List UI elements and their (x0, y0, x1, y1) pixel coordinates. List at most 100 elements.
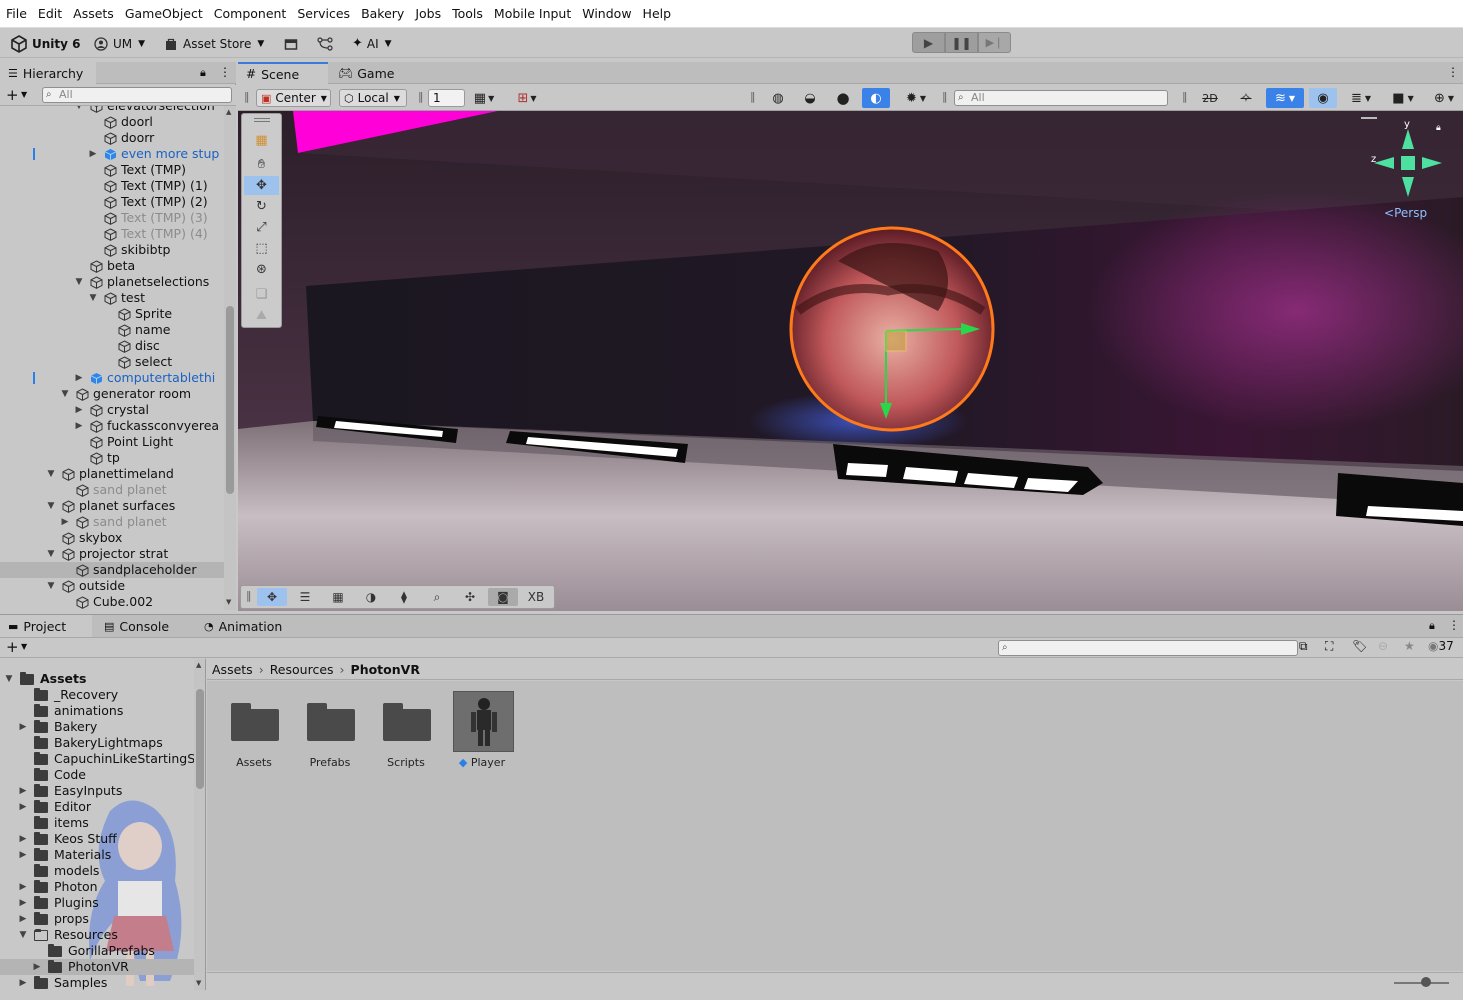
expand-arrow-down-icon[interactable]: ▼ (4, 671, 14, 687)
chevron-down-icon[interactable]: ▼ (21, 642, 27, 651)
scroll-up-icon[interactable]: ▲ (196, 661, 201, 669)
hierarchy-scrollbar[interactable]: ▲ ▼ (224, 106, 236, 610)
project-folder-item[interactable]: BakeryLightmaps (0, 735, 194, 751)
menu-item-edit[interactable]: Edit (38, 6, 62, 21)
overlay-camera-button[interactable]: ◙ (488, 588, 518, 606)
version-control-button[interactable] (313, 33, 337, 54)
hierarchy-item[interactable]: ▶ sand planet (0, 514, 224, 530)
hierarchy-item[interactable]: beta (0, 258, 224, 274)
lock-icon[interactable]: 🔒︎ (1436, 123, 1441, 133)
hierarchy-item[interactable]: ▼ planettimeland (0, 466, 224, 482)
project-folder-item[interactable]: ▶ Plugins (0, 895, 194, 911)
overlay-drag-handle[interactable] (254, 118, 270, 122)
gizmos-dropdown[interactable]: ⊕ ▼ (1426, 88, 1462, 108)
expand-arrow-down-icon[interactable]: ▼ (60, 386, 70, 402)
project-folder-item[interactable]: ▶ EasyInputs (0, 783, 194, 799)
project-tree-scroll-thumb[interactable] (196, 689, 204, 789)
expand-arrow-down-icon[interactable]: ▼ (74, 274, 84, 290)
icon-size-slider-thumb[interactable] (1421, 977, 1431, 987)
effects-dropdown[interactable]: ≋ ▼ (1266, 88, 1304, 108)
overlay-pivot-button[interactable]: ✣ (455, 588, 485, 606)
expand-arrow-right-icon[interactable]: ▶ (18, 847, 28, 863)
pivot-mode-dropdown[interactable]: ▣ Center ▼ (256, 89, 331, 107)
drag-handle-icon[interactable]: ‖ (418, 90, 424, 103)
asset-prefab-player[interactable]: ◆ Player (447, 691, 517, 781)
hierarchy-item[interactable]: ▼ planet surfaces (0, 498, 224, 514)
hand-tool-button[interactable]: ✋︎ (244, 155, 279, 174)
hierarchy-item[interactable]: ▼ planetselections (0, 274, 224, 290)
shaded-button[interactable]: ◐ (862, 88, 890, 108)
project-folder-item[interactable]: items (0, 815, 194, 831)
hierarchy-item[interactable]: Point Light (0, 434, 224, 450)
menu-item-help[interactable]: Help (643, 6, 672, 21)
tab-hierarchy[interactable]: ☰ Hierarchy (0, 62, 96, 84)
favorites-star-icon[interactable]: ★ (1404, 639, 1415, 653)
add-icon[interactable]: + (6, 638, 19, 656)
tab-scene[interactable]: # Scene (238, 62, 328, 84)
hierarchy-item[interactable]: skibibtp (0, 242, 224, 258)
drag-handle-icon[interactable]: ‖ (750, 90, 756, 103)
scene-camera-dropdown[interactable]: ■ ▼ (1384, 88, 1422, 108)
hierarchy-item[interactable]: ▶ fuckassconvyerea (0, 418, 224, 434)
ai-dropdown[interactable]: ✦ AI ▼ (348, 33, 396, 54)
pause-button[interactable]: ❚❚ (945, 32, 978, 53)
project-folder-item[interactable]: ▶ props (0, 911, 194, 927)
hierarchy-item[interactable]: select (0, 354, 224, 370)
expand-arrow-right-icon[interactable]: ▶ (88, 146, 98, 162)
hierarchy-item[interactable]: doorl (0, 114, 224, 130)
asset-folder-scripts[interactable]: Scripts (371, 691, 441, 781)
project-folder-item[interactable]: ▶ PhotonVR (0, 959, 194, 975)
gizmo-drag-handle[interactable] (1361, 117, 1377, 119)
overlay-search-button[interactable]: ⌕ (422, 588, 452, 606)
expand-arrow-right-icon[interactable]: ▶ (18, 719, 28, 735)
project-folder-item[interactable]: animations (0, 703, 194, 719)
scroll-down-icon[interactable]: ▼ (226, 598, 231, 606)
hierarchy-item[interactable]: Text (TMP) (4) (0, 226, 224, 242)
scroll-down-icon[interactable]: ▼ (196, 979, 201, 987)
project-tree-scrollbar[interactable]: ▲ ▼ (194, 659, 206, 990)
move-tool-button[interactable]: ✥ (244, 176, 279, 195)
project-folder-item[interactable]: CapuchinLikeStartingScer (0, 751, 194, 767)
expand-arrow-right-icon[interactable]: ▶ (60, 514, 70, 530)
lock-icon[interactable]: 🔒︎ (200, 66, 206, 80)
hierarchy-item[interactable]: disc (0, 338, 224, 354)
scene-viewport[interactable]: y z 🔒︎ <Persp (238, 111, 1463, 611)
menu-item-window[interactable]: Window (582, 6, 631, 21)
project-search-input[interactable]: ⌕ (998, 640, 1298, 656)
rect-tool-button[interactable]: ⬚ (244, 239, 279, 258)
orientation-gizmo[interactable]: y z 🔒︎ (1368, 119, 1448, 213)
hierarchy-item[interactable]: name (0, 322, 224, 338)
expand-arrow-right-icon[interactable]: ▶ (18, 895, 28, 911)
expand-arrow-right-icon[interactable]: ▶ (18, 975, 28, 990)
menu-item-jobs[interactable]: Jobs (415, 6, 441, 21)
asset-folder-assets[interactable]: Assets (219, 691, 289, 781)
menu-item-assets[interactable]: Assets (73, 6, 114, 21)
project-folder-item[interactable]: ▼ Resources (0, 927, 194, 943)
expand-arrow-right-icon[interactable]: ▶ (74, 418, 84, 434)
more-options-icon[interactable]: ⋮ (219, 65, 231, 79)
asset-folder-prefabs[interactable]: Prefabs (295, 691, 365, 781)
menu-item-component[interactable]: Component (214, 6, 287, 21)
expand-arrow-down-icon[interactable]: ▼ (46, 498, 56, 514)
menu-item-services[interactable]: Services (297, 6, 350, 21)
expand-arrow-right-icon[interactable]: ▶ (18, 783, 28, 799)
drag-handle-icon[interactable]: ‖ (246, 589, 252, 602)
unlit-shading-button[interactable]: ● (829, 88, 857, 108)
lock-icon[interactable]: 🔒︎ (1429, 619, 1435, 633)
hierarchy-item[interactable]: ▼ generator room (0, 386, 224, 402)
hierarchy-search-input[interactable]: ⌕ All (42, 87, 232, 103)
menu-item-tools[interactable]: Tools (452, 6, 483, 21)
tab-animation[interactable]: ◔ Animation (196, 615, 296, 637)
debug-draw-mode-button[interactable]: ✹ ▼ (898, 88, 934, 108)
package-manager-button[interactable] (280, 33, 302, 54)
drag-handle-icon[interactable]: ‖ (1182, 90, 1188, 103)
hierarchy-item[interactable]: ▼ outside (0, 578, 224, 594)
layers-dropdown[interactable]: ≣ ▼ (1342, 88, 1380, 108)
tab-project[interactable]: ▬ Project (0, 615, 92, 637)
project-folder-item[interactable]: ▶ Editor (0, 799, 194, 815)
wireframe-shading-button[interactable]: ◍ (764, 88, 792, 108)
breadcrumb-resources[interactable]: Resources (270, 662, 334, 677)
project-folder-item[interactable]: _Recovery (0, 687, 194, 703)
tab-game[interactable]: 🎮︎ Game (330, 62, 400, 84)
expand-arrow-right-icon[interactable]: ▶ (74, 402, 84, 418)
